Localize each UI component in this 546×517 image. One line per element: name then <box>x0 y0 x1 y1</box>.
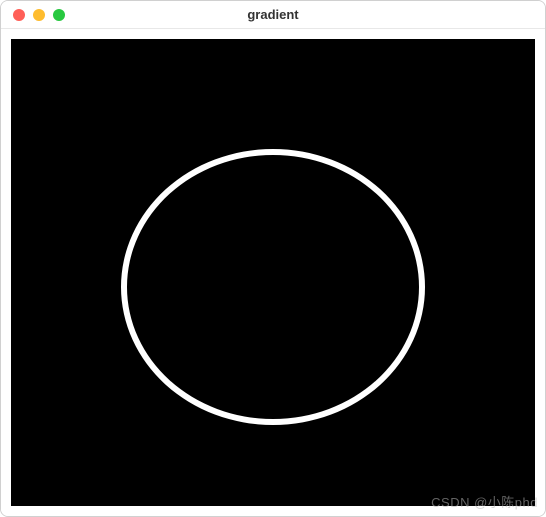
content-area <box>1 29 545 516</box>
traffic-lights <box>1 9 65 21</box>
titlebar: gradient <box>1 1 545 29</box>
minimize-icon[interactable] <box>33 9 45 21</box>
maximize-icon[interactable] <box>53 9 65 21</box>
gradient-circle-outline <box>121 149 425 425</box>
app-window: gradient <box>0 0 546 517</box>
image-canvas <box>7 35 539 510</box>
window-title: gradient <box>1 7 545 22</box>
close-icon[interactable] <box>13 9 25 21</box>
